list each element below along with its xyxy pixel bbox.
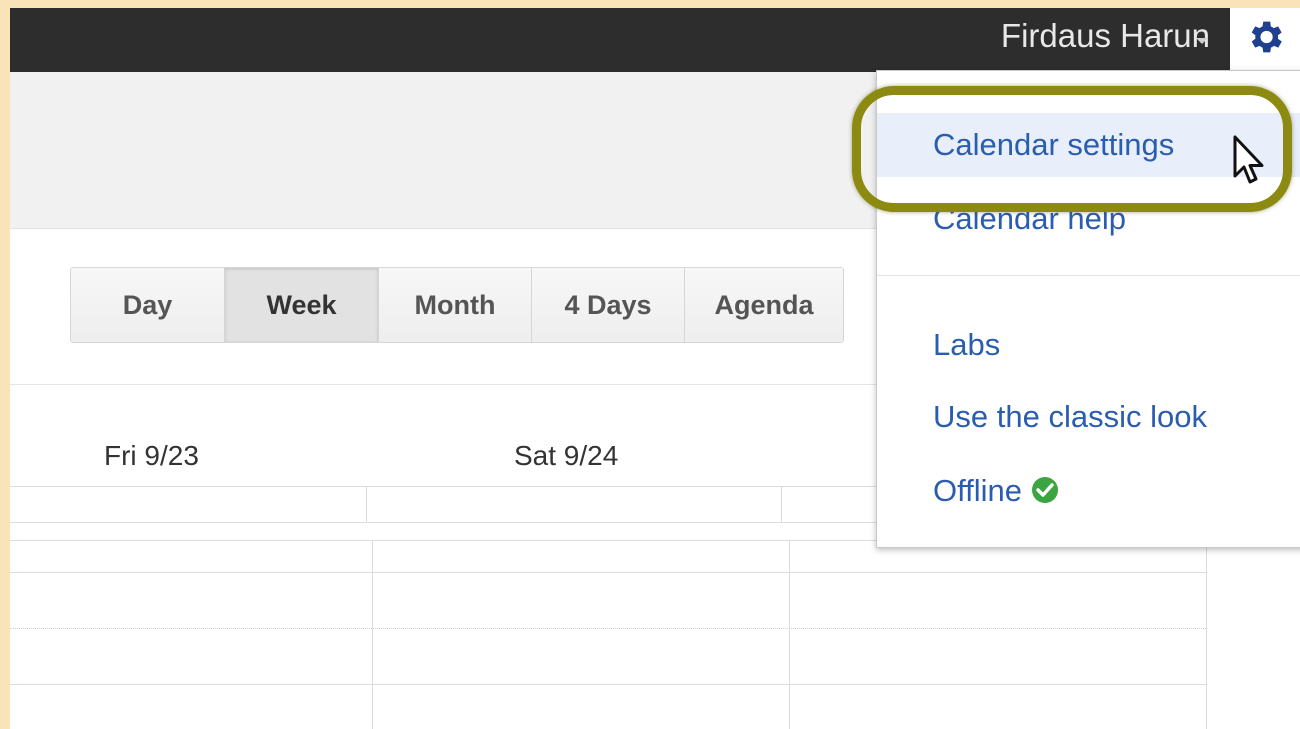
view-4days-button[interactable]: 4 Days (532, 268, 685, 342)
grid-line (372, 540, 373, 729)
day-header-sat[interactable]: Sat 9/24 (514, 440, 618, 472)
grid-line (10, 572, 1206, 573)
grid-line (10, 684, 1206, 685)
gear-icon (1251, 21, 1282, 53)
account-name-button[interactable]: Firdaus Harun (1001, 17, 1210, 55)
view-switcher: Day Week Month 4 Days Agenda (70, 267, 844, 343)
offline-label: Offline (933, 473, 1023, 508)
top-bar: Firdaus Harun (10, 8, 1300, 72)
menu-item-offline[interactable]: Offline (877, 459, 1300, 523)
view-day-button[interactable]: Day (71, 268, 225, 342)
half-hour-line (10, 628, 1206, 629)
view-week-button[interactable]: Week (225, 268, 379, 342)
account-caret-icon[interactable] (1196, 38, 1208, 44)
menu-item-labs[interactable]: Labs (877, 313, 1300, 377)
calendar-window: Firdaus Harun Day Week Month 4 Days Agen… (10, 8, 1300, 729)
menu-separator (877, 275, 1300, 276)
grid-line (366, 486, 367, 522)
grid-line (789, 540, 790, 729)
settings-gear-button[interactable] (1230, 8, 1300, 72)
view-agenda-button[interactable]: Agenda (685, 268, 843, 342)
mouse-cursor-icon (1233, 135, 1264, 184)
check-circle-icon (1032, 476, 1059, 503)
grid-line (1206, 540, 1207, 729)
grid-line (781, 486, 782, 522)
view-month-button[interactable]: Month (379, 268, 532, 342)
menu-item-classic-look[interactable]: Use the classic look (877, 385, 1300, 449)
day-header-fri[interactable]: Fri 9/23 (104, 440, 199, 472)
highlight-annotation (852, 86, 1292, 212)
